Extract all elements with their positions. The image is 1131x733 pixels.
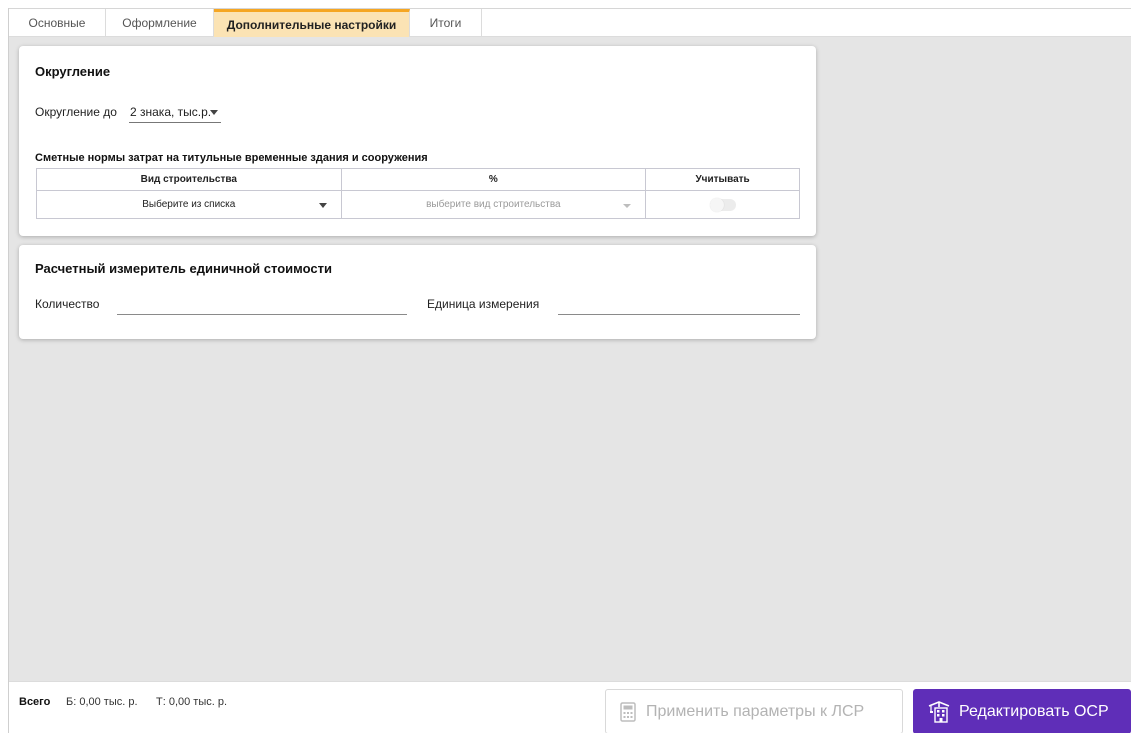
column-header-construction-type: Вид строительства [36,168,342,191]
percent-placeholder: выберите вид строительства [426,199,561,210]
edit-osr-button[interactable]: Редактировать ОСР [913,689,1131,733]
unit-field[interactable] [558,314,800,315]
tab-totals[interactable]: Итоги [410,9,482,37]
rounding-title: Округление [35,64,111,79]
construction-crane-icon [928,700,950,723]
total-label: Всего [19,696,51,708]
rounding-select[interactable]: 2 знака, тыс.р. [129,99,221,123]
quantity-label: Количество [35,297,100,311]
tab-main[interactable]: Основные [9,9,106,37]
tab-additional-settings[interactable]: Дополнительные настройки [214,9,410,37]
consider-toggle[interactable] [709,197,736,212]
consider-cell [645,190,800,219]
table-header-row: Вид строительства % Учитывать [36,168,800,191]
column-header-consider: Учитывать [645,168,800,191]
total-b-value: Б: 0,00 тыс. р. [66,696,138,708]
rounding-label: Округление до [35,105,117,119]
footer-bar: Всего Б: 0,00 тыс. р. Т: 0,00 тыс. р. Пр… [9,681,1131,733]
rounding-card: Округление Округление до 2 знака, тыс.р.… [19,46,816,236]
column-header-percent: % [340,168,647,191]
edit-osr-label: Редактировать ОСР [959,702,1109,720]
construction-type-value: Выберите из списка [142,199,236,210]
chevron-down-icon [210,110,218,115]
percent-select[interactable]: выберите вид строительства [340,190,647,219]
unit-meter-title: Расчетный измеритель единичной стоимости [35,261,332,276]
tab-bar: Основные Оформление Дополнительные настр… [9,9,1131,37]
construction-type-select[interactable]: Выберите из списка [36,190,342,219]
app-window: Основные Оформление Дополнительные настр… [0,0,1131,733]
chevron-down-icon [318,203,327,208]
calculator-icon [620,701,636,722]
chevron-down-icon [623,204,632,208]
quantity-field[interactable] [117,314,407,315]
unit-label: Единица измерения [427,297,540,311]
total-t-value: Т: 0,00 тыс. р. [156,696,228,708]
table-row: Выберите из списка выберите вид строител… [36,190,800,219]
apply-params-button[interactable]: Применить параметры к ЛСР [605,689,903,733]
settings-content: Округление Округление до 2 знака, тыс.р.… [9,37,1131,681]
apply-params-label: Применить параметры к ЛСР [646,702,865,720]
unit-meter-card: Расчетный измеритель единичной стоимости… [19,245,816,339]
norms-table: Вид строительства % Учитывать Выберите и… [36,168,800,219]
norms-title: Сметные нормы затрат на титульные времен… [35,152,428,164]
tab-design[interactable]: Оформление [106,9,214,37]
rounding-select-value: 2 знака, тыс.р. [130,105,212,119]
